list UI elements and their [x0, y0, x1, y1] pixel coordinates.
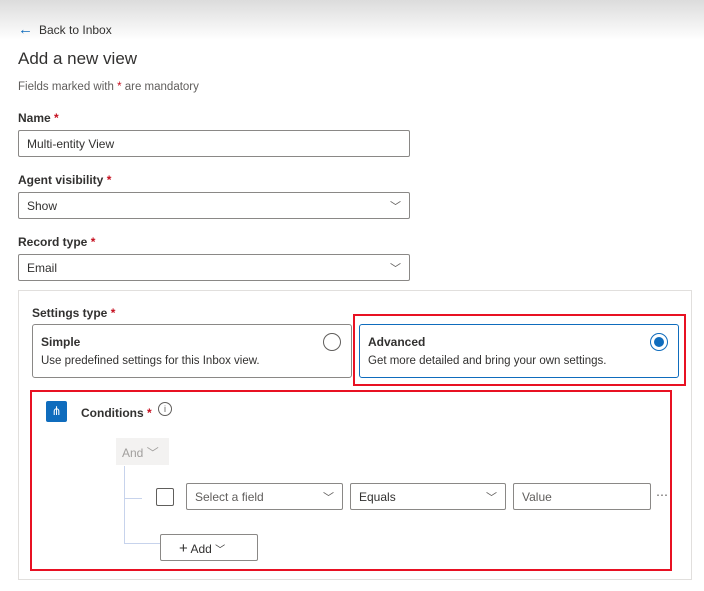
chevron-down-icon: ﹀ [486, 492, 497, 504]
operator-select[interactable]: Equals ﹀ [350, 483, 506, 510]
settings-type-label: Settings type * [32, 306, 116, 320]
chevron-down-icon: ﹀ [390, 263, 401, 275]
simple-title: Simple [41, 335, 81, 349]
simple-radio[interactable] [323, 333, 341, 351]
conditions-label: Conditions * [81, 406, 152, 420]
conditions-icon: ⋔ [46, 401, 67, 422]
name-input[interactable]: Multi-entity View [18, 130, 410, 157]
tree-line [124, 466, 125, 544]
chevron-down-icon: ﹀ [215, 545, 226, 556]
add-label: Add [190, 542, 212, 556]
agent-visibility-label: Agent visibility * [18, 173, 112, 187]
name-label: Name * [18, 111, 59, 125]
highlight-box [353, 314, 686, 386]
info-icon[interactable]: i [158, 402, 172, 416]
more-icon[interactable]: ⋯ [656, 488, 668, 502]
simple-desc: Use predefined settings for this Inbox v… [41, 355, 260, 367]
and-or-dropdown[interactable]: And ﹀ [116, 438, 169, 465]
back-link[interactable]: ← Back to Inbox [18, 21, 112, 38]
mandatory-note: Fields marked with * are mandatory [18, 81, 199, 93]
page-title: Add a new view [18, 49, 138, 68]
add-button[interactable]: + Add ﹀ [160, 534, 258, 561]
record-type-select[interactable]: Email ﹀ [18, 254, 410, 281]
simple-option[interactable]: Simple Use predefined settings for this … [32, 324, 352, 378]
record-type-label: Record type * [18, 235, 96, 249]
agent-visibility-select[interactable]: Show ﹀ [18, 192, 410, 219]
chevron-down-icon: ﹀ [390, 201, 401, 213]
value-input[interactable]: Value [513, 483, 651, 510]
arrow-left-icon: ← [18, 21, 33, 38]
chevron-down-icon: ﹀ [323, 492, 334, 504]
tree-line [124, 543, 160, 544]
field-select[interactable]: Select a field ﹀ [186, 483, 343, 510]
condition-checkbox[interactable] [156, 488, 174, 506]
tree-line [124, 498, 142, 499]
back-label: Back to Inbox [39, 22, 112, 37]
plus-icon: + [179, 540, 188, 557]
